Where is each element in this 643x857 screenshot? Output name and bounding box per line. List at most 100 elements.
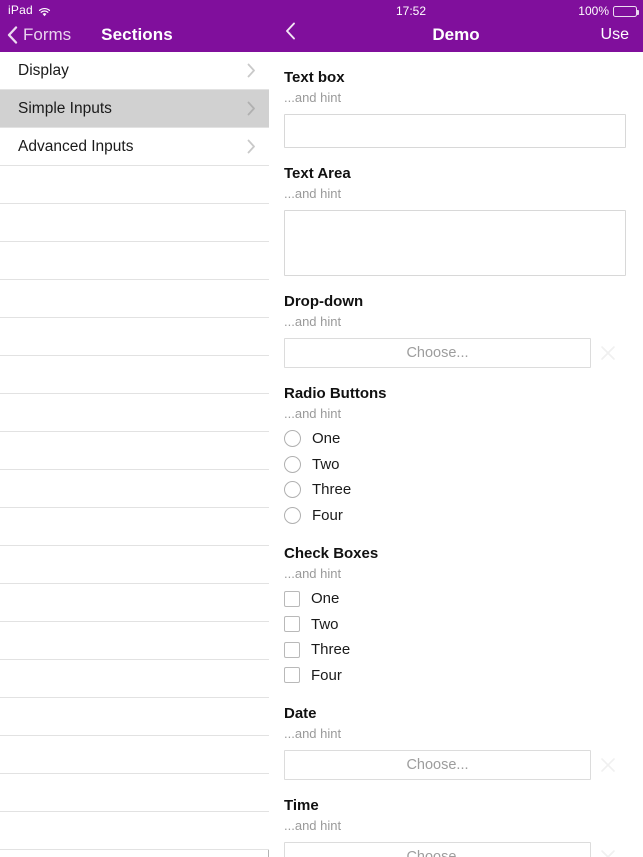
option-row[interactable]: One xyxy=(284,586,626,612)
list-row xyxy=(0,280,269,318)
master-pane: Forms Sections Display Simple Inputs Adv… xyxy=(0,0,269,857)
option-label: Two xyxy=(312,455,340,473)
option-list: One Two Three Four xyxy=(284,586,626,688)
time-choose-button[interactable]: Choose... xyxy=(284,842,591,857)
close-icon[interactable] xyxy=(594,843,622,857)
list-row xyxy=(0,660,269,698)
device-name: iPad xyxy=(8,3,33,17)
chevron-left-icon xyxy=(7,26,18,44)
back-button-label: Forms xyxy=(23,25,72,44)
drop-down-choose-button[interactable]: Choose... xyxy=(284,338,591,368)
list-row xyxy=(0,204,269,242)
date-choose-button[interactable]: Choose... xyxy=(284,750,591,780)
field-hint: ...and hint xyxy=(284,726,342,741)
radio-button-icon[interactable] xyxy=(284,455,301,473)
list-row xyxy=(0,622,269,660)
text-area-input[interactable] xyxy=(284,210,626,276)
back-to-forms-button[interactable]: Forms xyxy=(7,25,71,45)
list-row xyxy=(0,774,269,812)
field-label: Drop-down xyxy=(284,293,364,310)
option-label: Three xyxy=(312,481,352,499)
chevron-right-icon xyxy=(247,63,256,78)
list-row xyxy=(0,242,269,280)
status-bar: iPad 17:52 100% xyxy=(0,0,643,22)
sections-list: Display Simple Inputs Advanced Inputs xyxy=(0,52,269,850)
sidebar-item-display[interactable]: Display xyxy=(0,52,269,90)
option-row[interactable]: One xyxy=(284,426,626,452)
sidebar-item-simple-inputs[interactable]: Simple Inputs xyxy=(0,90,269,128)
radio-button-icon[interactable] xyxy=(284,481,301,499)
option-row[interactable]: Four xyxy=(284,503,626,529)
wifi-icon xyxy=(38,6,51,17)
list-row xyxy=(0,470,269,508)
option-row[interactable]: Two xyxy=(284,452,626,478)
field-label: Date xyxy=(284,705,317,722)
option-label: Two xyxy=(311,615,339,633)
status-bar-clock: 17:52 xyxy=(396,4,427,18)
option-label: Four xyxy=(311,666,342,684)
field-hint: ...and hint xyxy=(284,314,342,329)
choose-row: Choose... xyxy=(284,842,626,857)
field-hint: ...and hint xyxy=(284,406,342,421)
close-icon[interactable] xyxy=(594,751,622,779)
choose-row: Choose... xyxy=(284,338,626,368)
list-row xyxy=(0,318,269,356)
close-icon[interactable] xyxy=(594,339,622,367)
radio-button-icon[interactable] xyxy=(284,506,301,524)
list-row xyxy=(0,584,269,622)
battery-full-icon xyxy=(613,5,639,17)
field-hint: ...and hint xyxy=(284,818,342,833)
list-row xyxy=(0,736,269,774)
sidebar-item-advanced-inputs[interactable]: Advanced Inputs xyxy=(0,128,269,166)
master-title: Sections xyxy=(101,25,173,44)
sidebar-item-label: Advanced Inputs xyxy=(18,137,134,155)
form-field-list: Text box ...and hint Text Area ...and hint D… xyxy=(269,52,643,857)
form-field-time: Time ...and hint Choose... xyxy=(284,780,626,857)
chevron-right-icon xyxy=(247,139,256,154)
form-field-text-area: Text Area ...and hint xyxy=(284,148,626,276)
option-label: Three xyxy=(311,641,351,659)
status-bar-right: 100% xyxy=(578,4,639,18)
form-field-drop-down: Drop-down ...and hint Choose... xyxy=(284,276,626,368)
list-row xyxy=(0,432,269,470)
list-row xyxy=(0,394,269,432)
use-button[interactable]: Use xyxy=(601,26,629,44)
chevron-right-icon xyxy=(247,101,256,116)
list-row xyxy=(0,698,269,736)
checkbox-icon[interactable] xyxy=(284,590,300,607)
option-list: One Two Three Four xyxy=(284,426,626,528)
form-field-check-boxes: Check Boxes ...and hint One Two Three Four xyxy=(284,528,626,688)
form-field-radio-buttons: Radio Buttons ...and hint One Two Three Four xyxy=(284,368,626,528)
choose-row: Choose... xyxy=(284,750,626,780)
list-row xyxy=(0,508,269,546)
list-row xyxy=(0,166,269,204)
checkbox-icon[interactable] xyxy=(284,616,300,633)
option-row[interactable]: Two xyxy=(284,612,626,638)
list-row xyxy=(0,546,269,584)
detail-pane: Demo Use Text box ...and hint Text Area...… xyxy=(269,0,643,857)
form-field-text-box: Text box ...and hint xyxy=(284,52,626,148)
empty-list-rows xyxy=(0,166,269,850)
text-box-input[interactable] xyxy=(284,114,626,148)
option-label: Four xyxy=(312,506,343,524)
status-bar-left: iPad xyxy=(8,3,51,17)
radio-button-icon[interactable] xyxy=(284,430,301,448)
ipad-split-view: iPad 17:52 100% Forms Sections Display S… xyxy=(0,0,643,857)
field-hint: ...and hint xyxy=(284,90,342,105)
sidebar-item-label: Simple Inputs xyxy=(18,99,112,117)
checkbox-icon[interactable] xyxy=(284,667,300,684)
checkbox-icon[interactable] xyxy=(284,641,300,658)
field-label: Radio Buttons xyxy=(284,385,387,402)
option-row[interactable]: Three xyxy=(284,637,626,663)
option-row[interactable]: Four xyxy=(284,663,626,689)
option-row[interactable]: Three xyxy=(284,477,626,503)
list-row xyxy=(0,812,269,850)
field-hint: ...and hint xyxy=(284,566,342,581)
option-label: One xyxy=(311,590,340,608)
field-hint: ...and hint xyxy=(284,186,342,201)
form-field-date: Date ...and hint Choose... xyxy=(284,688,626,780)
field-label: Time xyxy=(284,797,319,814)
battery-percent-label: 100% xyxy=(578,4,609,18)
field-label: Text box xyxy=(284,69,345,86)
sidebar-item-label: Display xyxy=(18,61,69,79)
